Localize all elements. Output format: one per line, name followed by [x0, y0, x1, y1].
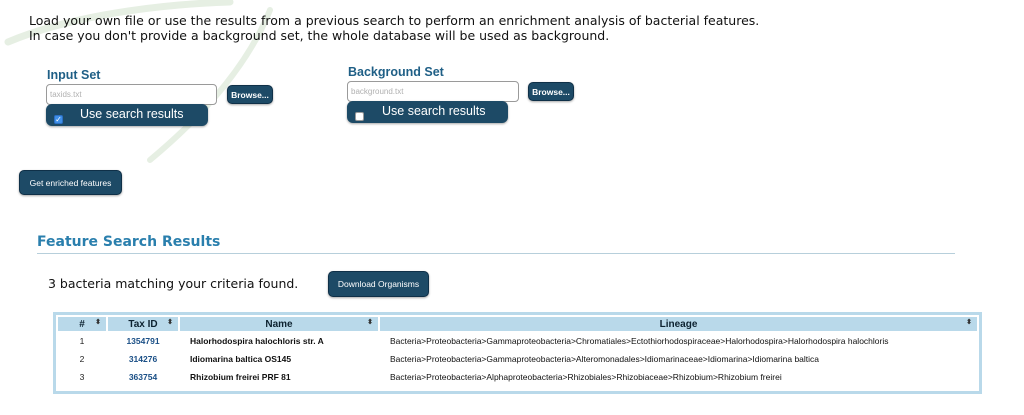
- background-use-search-label: Use search results: [382, 104, 486, 118]
- sort-arrows-icon: ⬍: [95, 319, 101, 326]
- taxid-link[interactable]: 363754: [108, 369, 178, 385]
- sort-arrows-icon: ⬍: [367, 319, 373, 326]
- input-use-search-checkbox[interactable]: ✓: [54, 115, 63, 124]
- input-use-search-label: Use search results: [80, 107, 184, 121]
- organism-name: Idiomarina baltica OS145: [190, 354, 292, 364]
- input-use-search-results-toggle[interactable]: ✓ Use search results: [46, 104, 208, 126]
- table-row: 2 314276 Idiomarina baltica OS145 Bacter…: [58, 351, 977, 367]
- table-row: 1 1354791 Halorhodospira halochloris str…: [58, 333, 977, 349]
- background-use-search-checkbox[interactable]: [355, 112, 364, 121]
- download-organisms-button[interactable]: Download Organisms: [328, 271, 429, 297]
- column-header-label: Name: [265, 318, 293, 330]
- input-set-browse-button[interactable]: Browse...: [227, 85, 273, 104]
- background-use-search-results-toggle[interactable]: Use search results: [347, 101, 508, 123]
- get-enriched-features-button[interactable]: Get enriched features: [19, 170, 122, 195]
- intro-line-1: Load your own file or use the results fr…: [29, 13, 760, 28]
- row-number: 1: [79, 336, 85, 346]
- background-set-file-field[interactable]: [347, 81, 519, 102]
- results-section-title: Feature Search Results: [37, 234, 221, 250]
- background-set-label: Background Set: [348, 65, 444, 79]
- section-divider: [37, 253, 955, 254]
- organism-name: Rhizobium freirei PRF 81: [190, 372, 291, 382]
- result-count-text: 3 bacteria matching your criteria found.: [48, 276, 299, 291]
- column-header-label: Lineage: [659, 318, 698, 330]
- sort-arrows-icon: ⬍: [966, 319, 972, 326]
- row-number: 3: [79, 372, 85, 382]
- organism-lineage: Bacteria>Proteobacteria>Gammaproteobacte…: [390, 336, 889, 346]
- organism-lineage: Bacteria>Proteobacteria>Alphaproteobacte…: [390, 372, 782, 382]
- taxid-link[interactable]: 1354791: [108, 333, 178, 349]
- column-header-lineage[interactable]: Lineage ⬍: [380, 317, 977, 331]
- intro-line-2: In case you don't provide a background s…: [29, 28, 610, 43]
- background-set-browse-button[interactable]: Browse...: [528, 82, 574, 101]
- column-header-taxid[interactable]: Tax ID ⬍: [108, 317, 178, 331]
- table-header-row: # ⬍ Tax ID ⬍ Name ⬍ Lineage ⬍: [58, 317, 977, 331]
- organism-name: Halorhodospira halochloris str. A: [190, 336, 324, 346]
- organism-lineage: Bacteria>Proteobacteria>Gammaproteobacte…: [390, 354, 820, 364]
- column-header-label: Tax ID: [128, 318, 158, 330]
- table-row: 3 363754 Rhizobium freirei PRF 81 Bacter…: [58, 369, 977, 385]
- results-table: # ⬍ Tax ID ⬍ Name ⬍ Lineage ⬍ 1 1354791 Halo…: [56, 315, 979, 387]
- sort-arrows-icon: ⬍: [167, 319, 173, 326]
- input-set-file-field[interactable]: [46, 84, 217, 105]
- checkmark-icon: ✓: [55, 114, 62, 124]
- results-table-container: # ⬍ Tax ID ⬍ Name ⬍ Lineage ⬍ 1 1354791 Halo…: [53, 312, 982, 394]
- input-set-label: Input Set: [47, 68, 101, 82]
- column-header-name[interactable]: Name ⬍: [180, 317, 378, 331]
- column-header-label: #: [79, 318, 85, 330]
- column-header-number[interactable]: # ⬍: [58, 317, 106, 331]
- intro-text: Load your own file or use the results fr…: [29, 13, 759, 43]
- row-number: 2: [79, 354, 85, 364]
- taxid-link[interactable]: 314276: [108, 351, 178, 367]
